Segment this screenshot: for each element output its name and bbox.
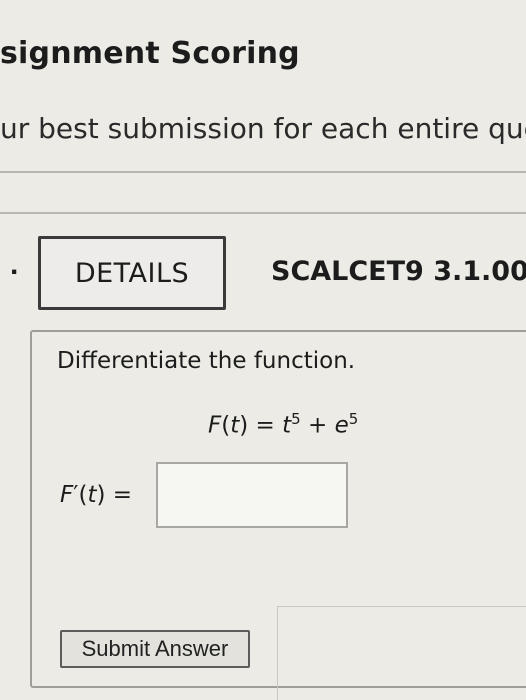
formula-function-name: F [208,412,222,439]
divider-line [0,171,526,173]
answer-prime: ′ [73,482,79,508]
question-id: SCALCET9 3.1.008 [271,256,526,287]
formula-constant-exponent: 5 [348,410,359,428]
details-button[interactable]: DETAILS [38,236,226,310]
formula-base-exponent: 5 [291,410,301,428]
answer-input[interactable] [156,462,348,528]
answer-equals: = [112,482,133,508]
question-number: . [10,248,19,281]
function-formula: F(t) = t5 + e5 [208,410,359,439]
answer-label: F′(t) = [60,482,133,508]
formula-constant: e [334,412,349,439]
assignment-scoring-heading: signment Scoring [0,36,300,71]
answer-function-name: F [60,482,74,508]
divider-line [0,212,526,214]
answer-variable: t [87,482,97,508]
scoring-description: ur best submission for each entire que [0,112,526,145]
question-prompt: Differentiate the function. [57,348,356,374]
panel-divider [277,606,526,607]
formula-variable: t [230,412,240,439]
formula-base: t [282,412,292,439]
submit-answer-button[interactable]: Submit Answer [60,630,250,668]
panel-divider [277,606,278,700]
